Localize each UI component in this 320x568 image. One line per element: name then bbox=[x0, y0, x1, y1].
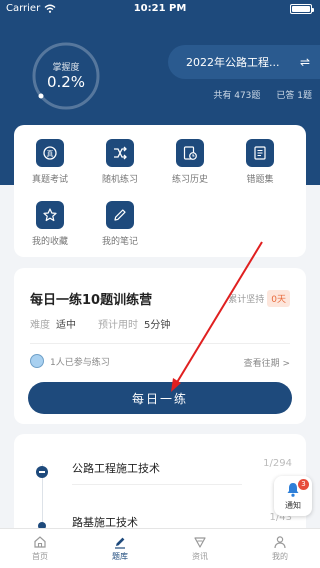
tool-random[interactable]: 随机练习 bbox=[90, 139, 150, 185]
wrong-book-icon bbox=[246, 139, 274, 167]
svg-text:真: 真 bbox=[47, 149, 54, 158]
daily-practice-button[interactable]: 每日一练 bbox=[28, 382, 292, 414]
daily-meta: 难度 适中 预计用时 5分钟 bbox=[30, 316, 170, 331]
profile-icon bbox=[240, 533, 320, 551]
star-icon bbox=[36, 201, 64, 229]
answered-questions: 已答 1题 bbox=[276, 91, 312, 101]
pencil-icon bbox=[106, 201, 134, 229]
notification-button[interactable]: 通知 3 bbox=[274, 476, 312, 516]
streak-label: 累计坚持 bbox=[228, 295, 265, 305]
daily-practice-card: 每日一练10题训练营 累计坚持 0天 难度 适中 预计用时 5分钟 1人已参与练习 … bbox=[14, 268, 306, 424]
tools-card: 真 真题考试 随机练习 练习历史 错题集 我的收藏 我的笔记 bbox=[14, 125, 306, 257]
tool-history[interactable]: 练习历史 bbox=[160, 139, 220, 185]
participants: 1人已参与练习 bbox=[30, 354, 110, 368]
clock: 10:21 PM bbox=[133, 3, 187, 14]
tab-label: 资讯 bbox=[192, 552, 208, 561]
chapter-divider bbox=[72, 484, 242, 485]
streak-days-badge: 0天 bbox=[267, 290, 290, 307]
swap-icon: ⇌ bbox=[300, 55, 311, 69]
tab-home[interactable]: 首页 bbox=[0, 529, 80, 568]
tool-wrong-book[interactable]: 错题集 bbox=[230, 139, 290, 185]
tab-profile[interactable]: 我的 bbox=[240, 529, 320, 568]
daily-title: 每日一练10题训练营 bbox=[30, 293, 153, 308]
tool-favorites[interactable]: 我的收藏 bbox=[20, 201, 80, 247]
mastery-progress-dot bbox=[38, 93, 44, 99]
tab-label: 首页 bbox=[32, 552, 48, 561]
exam-name: 2022年公路工程... bbox=[186, 56, 280, 69]
tab-label: 题库 bbox=[112, 552, 128, 561]
chapter-name: 公路工程施工技术 bbox=[72, 462, 160, 475]
mastery-value: 0.2% bbox=[46, 73, 86, 91]
mastery-gauge: 掌握度 0.2% bbox=[28, 38, 104, 114]
difficulty-label: 难度 bbox=[30, 320, 50, 331]
difficulty-value: 适中 bbox=[56, 320, 76, 331]
question-bank-icon bbox=[80, 533, 160, 551]
tool-exam[interactable]: 真 真题考试 bbox=[20, 139, 80, 185]
avatar bbox=[30, 354, 44, 368]
exam-selector[interactable]: 2022年公路工程... ⇌ bbox=[168, 45, 320, 79]
tool-notes[interactable]: 我的笔记 bbox=[90, 201, 150, 247]
news-icon bbox=[160, 533, 240, 551]
history-icon bbox=[176, 139, 204, 167]
collapse-icon[interactable] bbox=[36, 466, 48, 478]
tab-news[interactable]: 资讯 bbox=[160, 529, 240, 568]
history-link[interactable]: 查看往期 > bbox=[244, 356, 290, 369]
tool-label: 练习历史 bbox=[171, 175, 208, 185]
tab-bar: 首页 题库 资讯 我的 bbox=[0, 528, 320, 568]
battery-icon bbox=[290, 4, 314, 14]
question-stats: 共有 473题 已答 1题 bbox=[213, 88, 312, 101]
tool-label: 随机练习 bbox=[101, 175, 138, 185]
tab-label: 我的 bbox=[272, 552, 288, 561]
shuffle-icon bbox=[106, 139, 134, 167]
total-questions: 共有 473题 bbox=[213, 91, 261, 101]
streak: 累计坚持 0天 bbox=[228, 290, 290, 307]
time-value: 5分钟 bbox=[144, 320, 171, 331]
exam-icon: 真 bbox=[36, 139, 64, 167]
notification-badge: 3 bbox=[298, 479, 309, 490]
notification-label: 通知 bbox=[285, 501, 301, 510]
tool-label: 错题集 bbox=[246, 175, 274, 185]
divider bbox=[30, 343, 290, 344]
tool-label: 我的笔记 bbox=[101, 237, 138, 247]
home-icon bbox=[0, 533, 80, 551]
participants-text: 1人已参与练习 bbox=[50, 357, 110, 368]
mastery-label: 掌握度 bbox=[52, 63, 80, 73]
chapter-count: 1/294 bbox=[263, 458, 292, 469]
status-bar: Carrier 10:21 PM bbox=[0, 0, 320, 18]
tab-question-bank[interactable]: 题库 bbox=[80, 529, 160, 568]
estimated-time: 预计用时 5分钟 bbox=[98, 316, 170, 331]
tool-label: 真题考试 bbox=[31, 175, 68, 185]
tool-label: 我的收藏 bbox=[31, 237, 68, 247]
time-label: 预计用时 bbox=[98, 320, 138, 331]
difficulty: 难度 适中 bbox=[30, 316, 76, 331]
